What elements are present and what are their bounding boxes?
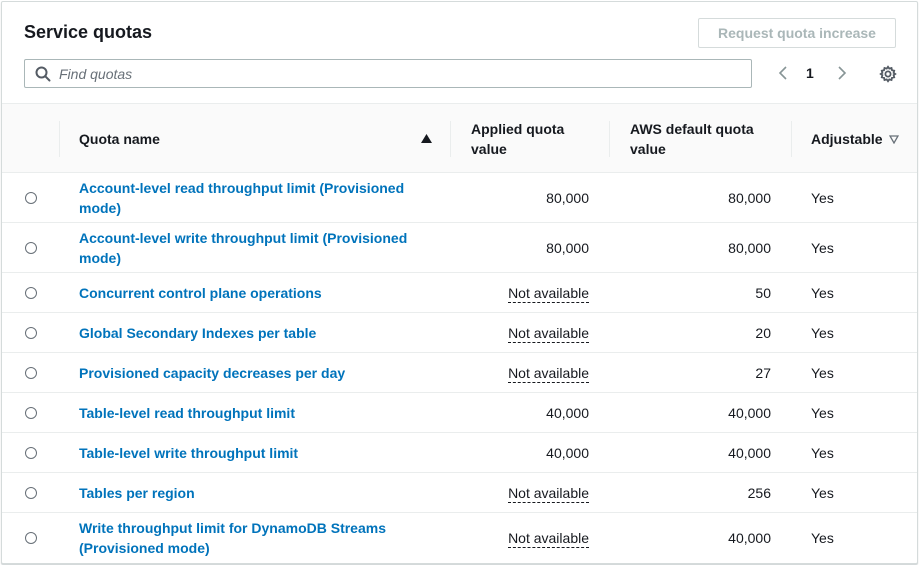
table-row: Account-level write throughput limit (Pr… — [2, 223, 917, 273]
table-row: Account-level read throughput limit (Pro… — [2, 173, 917, 223]
aws-default-quota-value: 50 — [755, 285, 771, 301]
chevron-right-icon[interactable] — [835, 65, 849, 81]
adjustable-value: Yes — [811, 405, 834, 421]
gear-icon[interactable] — [879, 65, 897, 83]
row-select-radio[interactable] — [25, 242, 37, 254]
aws-default-quota-value: 80,000 — [728, 190, 771, 206]
adjustable-value: Yes — [811, 530, 834, 546]
adjustable-value: Yes — [811, 190, 834, 206]
row-select-radio[interactable] — [25, 327, 37, 339]
table-row: Write throughput limit for DynamoDB Stre… — [2, 513, 917, 563]
adjustable-value: Yes — [811, 445, 834, 461]
quota-name-link[interactable]: Account-level write throughput limit (Pr… — [79, 228, 419, 268]
aws-default-quota-value: 40,000 — [728, 405, 771, 421]
applied-quota-value[interactable]: Not available — [508, 364, 589, 383]
table-row: Provisioned capacity decreases per day N… — [2, 353, 917, 393]
aws-default-quota-value: 40,000 — [728, 530, 771, 546]
aws-default-quota-value: 20 — [755, 325, 771, 341]
quota-name-link[interactable]: Write throughput limit for DynamoDB Stre… — [79, 518, 419, 558]
quota-name-link[interactable]: Table-level write throughput limit — [79, 443, 419, 463]
quota-name-link[interactable]: Global Secondary Indexes per table — [79, 323, 419, 343]
table-header: Quota name Applied quota value AWS defau… — [2, 103, 917, 173]
applied-quota-value[interactable]: Not available — [508, 324, 589, 343]
row-select-radio[interactable] — [25, 447, 37, 459]
table-row: Tables per region Not available 256 Yes — [2, 473, 917, 513]
column-label: Applied quota value — [471, 121, 565, 157]
aws-default-quota-value: 80,000 — [728, 240, 771, 256]
row-select-radio[interactable] — [25, 192, 37, 204]
quota-name-link[interactable]: Provisioned capacity decreases per day — [79, 363, 419, 383]
applied-quota-value: 40,000 — [546, 445, 589, 461]
aws-default-quota-value: 256 — [747, 485, 771, 501]
adjustable-value: Yes — [811, 485, 834, 501]
service-quotas-panel: Service quotas Request quota increase 1 … — [1, 1, 918, 564]
row-select-radio[interactable] — [25, 487, 37, 499]
column-header-adjustable[interactable]: Adjustable — [792, 104, 917, 172]
quota-name-link[interactable]: Concurrent control plane operations — [79, 283, 419, 303]
current-page-number[interactable]: 1 — [806, 65, 814, 81]
table-row: Global Secondary Indexes per table Not a… — [2, 313, 917, 353]
search-input[interactable] — [59, 60, 739, 87]
adjustable-value: Yes — [811, 285, 834, 301]
table-row: Table-level write throughput limit 40,00… — [2, 433, 917, 473]
page-title: Service quotas — [24, 22, 153, 42]
applied-quota-value[interactable]: Not available — [508, 484, 589, 503]
applied-quota-value: 80,000 — [546, 190, 589, 206]
search-box[interactable] — [24, 59, 752, 88]
chevron-left-icon[interactable] — [776, 65, 790, 81]
search-icon — [35, 66, 51, 82]
table-row: Concurrent control plane operations Not … — [2, 273, 917, 313]
applied-quota-value: 80,000 — [546, 240, 589, 256]
request-quota-increase-button[interactable]: Request quota increase — [698, 18, 896, 48]
row-select-radio[interactable] — [25, 532, 37, 544]
table-row: Table-level read throughput limit 40,000… — [2, 393, 917, 433]
column-label: Quota name — [79, 131, 160, 147]
adjustable-value: Yes — [811, 240, 834, 256]
column-header-aws-default-quota-value[interactable]: AWS default quota value — [610, 104, 791, 172]
row-select-radio[interactable] — [25, 407, 37, 419]
quota-name-link[interactable]: Table-level read throughput limit — [79, 403, 419, 423]
column-label: AWS default quota value — [630, 121, 754, 157]
applied-quota-value[interactable]: Not available — [508, 529, 589, 548]
sort-ascending-icon — [421, 134, 432, 143]
row-select-radio[interactable] — [25, 287, 37, 299]
quota-name-link[interactable]: Tables per region — [79, 483, 419, 503]
aws-default-quota-value: 40,000 — [728, 445, 771, 461]
applied-quota-value: 40,000 — [546, 405, 589, 421]
adjustable-value: Yes — [811, 365, 834, 381]
column-label: Adjustable — [811, 131, 883, 147]
column-header-applied-quota-value[interactable]: Applied quota value — [451, 104, 609, 172]
applied-quota-value[interactable]: Not available — [508, 284, 589, 303]
quota-name-link[interactable]: Account-level read throughput limit (Pro… — [79, 178, 419, 218]
column-header-quota-name[interactable]: Quota name — [60, 104, 450, 172]
sort-descending-outline-icon — [889, 135, 899, 144]
row-select-radio[interactable] — [25, 367, 37, 379]
aws-default-quota-value: 27 — [755, 365, 771, 381]
adjustable-value: Yes — [811, 325, 834, 341]
panel-header: Service quotas Request quota increase 1 — [2, 2, 917, 102]
